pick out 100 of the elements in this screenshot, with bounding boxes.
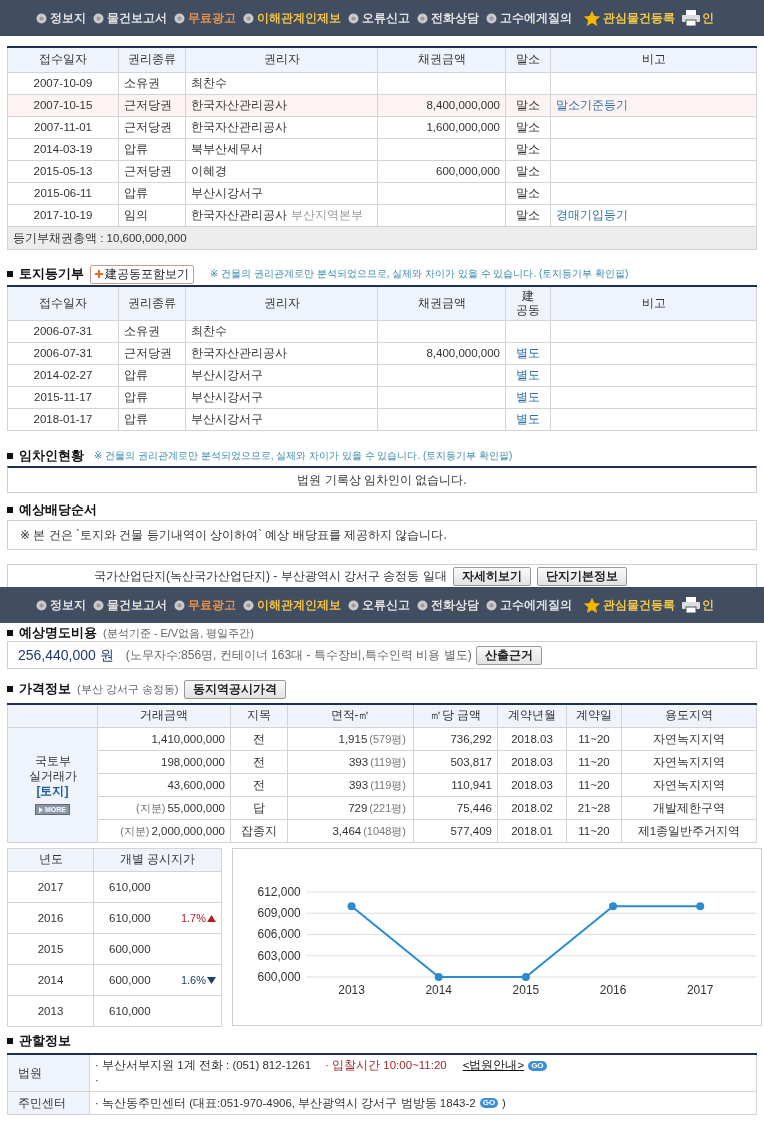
down-triangle-icon: [207, 976, 216, 984]
column-header: 계약일: [566, 704, 622, 728]
print-link[interactable]: 인: [682, 10, 714, 26]
table-cell: 소유권: [118, 72, 186, 95]
menu-link[interactable]: 오류신고: [348, 598, 410, 612]
change-rate: 1.6%: [180, 973, 216, 987]
message-box: ※ 본 건은 `토지와 건물 등기내역이 상이하여` 예상 배당표를 제공하지 않습니다.: [7, 520, 757, 550]
table-cell: 2018-01-17: [7, 408, 119, 431]
menu-link[interactable]: 전화상담: [417, 598, 479, 612]
printer-icon: [682, 10, 700, 26]
column-header: 권리자: [185, 47, 378, 73]
column-header: 용도지역: [621, 704, 757, 728]
table-cell: 부산시강서구: [185, 386, 378, 409]
table-cell: 전: [230, 750, 288, 774]
price-text: 610,000: [109, 1004, 151, 1017]
label-text: 실거래가: [28, 770, 77, 783]
table-cell: 말소: [505, 160, 551, 183]
go-button[interactable]: GO: [479, 1098, 499, 1108]
separate-link[interactable]: 별도: [516, 413, 540, 425]
data-point: [696, 902, 705, 911]
table-cell: 736,292: [413, 727, 498, 751]
bullet-icon: [93, 12, 104, 24]
table-cell: 말소: [505, 182, 551, 205]
menu-link[interactable]: 오류신고: [348, 11, 410, 25]
court-info-text: · 부산서부지원 1계 전화 : (051) 812-1261: [95, 1059, 312, 1072]
land-link[interactable]: [토지]: [36, 785, 69, 798]
table-cell: [505, 72, 551, 95]
table-cell: 600,000,000: [377, 160, 506, 183]
axis-label: 600,000: [257, 970, 301, 984]
table-cell: 11~20: [566, 750, 622, 774]
separate-link[interactable]: 별도: [516, 369, 540, 381]
axis-label: 603,000: [257, 948, 301, 963]
development-button[interactable]: 자세히보기: [452, 566, 531, 586]
go-button[interactable]: GO: [528, 1060, 547, 1071]
data-point: [434, 973, 443, 981]
separate-link[interactable]: 별도: [516, 391, 540, 403]
watch-register-link[interactable]: 관심물건등록: [583, 596, 675, 614]
center-info-text: · 녹산동주민센터 (대표:051-970-4906, 부산광역시 강서구 범방동 1843-2: [95, 1096, 476, 1110]
total-cell: 등기부채권총액 : 10,600,000,000: [7, 226, 757, 250]
closing-text: ): [502, 1096, 506, 1110]
column-header: 권리종류: [118, 286, 186, 321]
include-building-button[interactable]: 建공동포함보기: [90, 264, 194, 284]
column-header: 채권금액: [377, 47, 506, 73]
message-box: 법원 기록상 임차인이 없습니다.: [7, 466, 757, 493]
court-guide-link[interactable]: <법원안내>: [462, 1059, 525, 1072]
price-text: 600,000: [109, 942, 151, 955]
column-header: 말소: [505, 47, 551, 73]
star-icon: [583, 9, 601, 27]
table-cell: 전: [230, 727, 288, 751]
menu-link[interactable]: 이해관계인제보: [243, 11, 341, 25]
axis-label: 2017: [686, 983, 714, 997]
calculation-button[interactable]: 산출근거: [475, 645, 542, 665]
table-cell: 근저당권: [118, 160, 186, 183]
data-point: [609, 902, 618, 911]
menu-link[interactable]: 물건보고서: [93, 598, 167, 612]
table-cell: 8,400,000,000: [377, 342, 506, 365]
remark-link[interactable]: 경매기입등기: [556, 209, 628, 221]
menu-link[interactable]: 이해관계인제보: [243, 598, 341, 612]
table-cell: 393 (119평): [287, 750, 414, 774]
official-price-button[interactable]: 동지역공시가격: [184, 679, 287, 699]
table-cell: 2015-11-17: [7, 386, 119, 409]
section-title: 예상명도비용: [19, 625, 97, 640]
table-cell: 11~20: [566, 819, 622, 843]
table-cell: 2006-07-31: [7, 342, 119, 365]
menu-link[interactable]: 정보지: [36, 598, 86, 612]
menu-link[interactable]: 무료광고: [174, 11, 236, 25]
cost-note: (노무자수:856명, 컨테이너 163대 - 특수장비,특수인력 비용 별도): [125, 648, 472, 662]
triangle-icon: [39, 806, 43, 813]
table-cell: 제1종일반주거지역: [621, 819, 757, 843]
bullet-icon: [417, 12, 428, 24]
watch-register-link[interactable]: 관심물건등록: [583, 9, 675, 27]
table-cell: 최찬수: [185, 72, 378, 95]
price-text: 600,000: [109, 973, 151, 986]
menu-link[interactable]: 고수에게질의: [486, 598, 572, 612]
print-link[interactable]: 인: [682, 597, 714, 613]
separate-link[interactable]: 별도: [516, 347, 540, 359]
menu-link[interactable]: 전화상담: [417, 11, 479, 25]
bullet-icon: [36, 12, 47, 24]
menu-link[interactable]: 무료광고: [174, 598, 236, 612]
column-header: 권리종류: [118, 47, 186, 73]
menu-link[interactable]: 물건보고서: [93, 11, 167, 25]
remark-link[interactable]: 말소기준등기: [556, 99, 628, 111]
table-cell: 소유권: [118, 320, 186, 343]
table-cell: 198,000,000: [97, 750, 231, 774]
bullet-icon: [348, 12, 359, 24]
table-cell: 근저당권: [118, 94, 186, 117]
row-header-cell: 주민센터: [7, 1091, 90, 1115]
price-text: 610,000: [109, 911, 151, 924]
column-header: 계약년월: [497, 704, 567, 728]
development-button[interactable]: 단지기본정보: [536, 566, 627, 586]
column-header: 建 공동: [505, 286, 551, 321]
axis-label: 609,000: [257, 906, 301, 921]
table-cell: 부산시강서구: [185, 364, 378, 387]
column-header: 접수일자: [7, 47, 119, 73]
region-text: (부산 강서구 송정동): [77, 682, 179, 696]
table-cell: 부산시강서구: [185, 182, 378, 205]
table-cell: 2007-11-01: [7, 116, 119, 139]
table-cell: 말소: [505, 204, 551, 227]
menu-link[interactable]: 고수에게질의: [486, 11, 572, 25]
menu-link[interactable]: 정보지: [36, 11, 86, 25]
